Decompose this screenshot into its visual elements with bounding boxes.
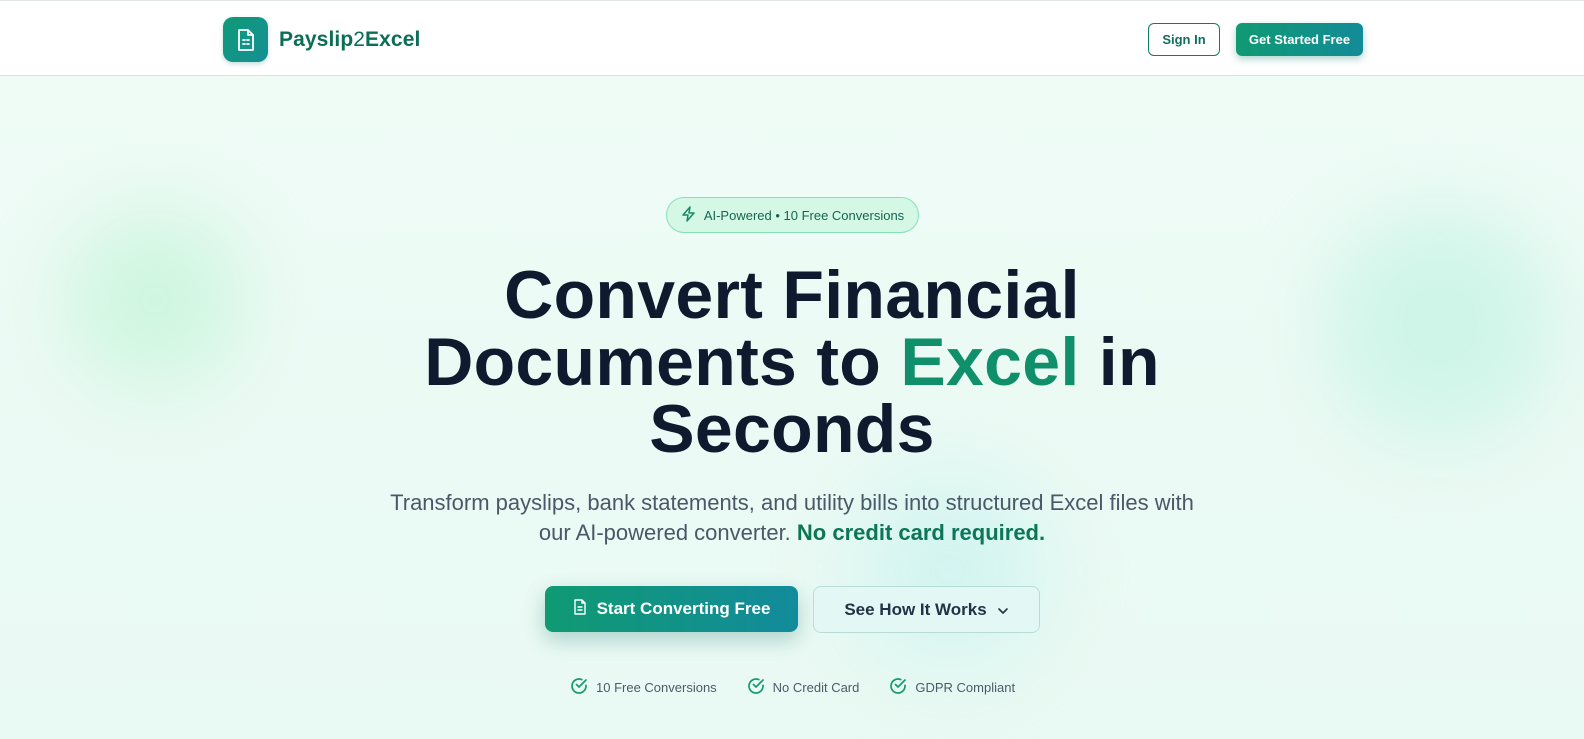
feature-badge: AI-Powered • 10 Free Conversions xyxy=(666,197,919,233)
see-how-it-works-button[interactable]: See How It Works xyxy=(813,586,1040,633)
sign-in-button[interactable]: Sign In xyxy=(1148,23,1220,56)
hero-title-line-3: Seconds xyxy=(649,391,935,467)
feature-list: 10 Free Conversions No Credit Card GDPR … xyxy=(570,676,1015,698)
check-circle-icon xyxy=(570,677,588,698)
brand-name: Payslip2Excel xyxy=(279,28,420,52)
hero-title-line-1: Convert Financial xyxy=(504,257,1080,333)
lightning-icon xyxy=(681,205,696,225)
brand-name-prefix: Payslip xyxy=(279,27,354,51)
feature-label: 10 Free Conversions xyxy=(596,679,717,695)
start-converting-label: Start Converting Free xyxy=(596,599,771,618)
check-circle-icon xyxy=(889,677,907,698)
hero-title-line-2-start: Documents to xyxy=(424,324,882,400)
feature-item: No Credit Card xyxy=(747,677,860,698)
feature-label: No Credit Card xyxy=(772,679,860,695)
feature-label: GDPR Compliant xyxy=(915,679,1016,695)
brand-logo[interactable]: Payslip2Excel xyxy=(223,17,420,62)
see-how-it-works-label: See How It Works xyxy=(844,599,987,619)
feature-item: 10 Free Conversions xyxy=(570,677,717,698)
file-icon xyxy=(573,598,587,620)
chevron-down-icon xyxy=(997,600,1009,620)
brand-name-number: 2 xyxy=(353,27,366,51)
hero-title: Convert Financial Documents to Excel in … xyxy=(292,261,1292,463)
check-circle-icon xyxy=(747,677,765,698)
background-glow-left xyxy=(35,180,275,420)
document-icon xyxy=(223,17,268,62)
start-converting-button[interactable]: Start Converting Free xyxy=(545,586,798,632)
hero-subtitle: Transform payslips, bank statements, and… xyxy=(292,488,1292,548)
hero-subtitle-line-2: our AI-powered converter. xyxy=(538,520,791,545)
get-started-free-button[interactable]: Get Started Free xyxy=(1236,23,1363,56)
brand-name-suffix: Excel xyxy=(365,27,421,51)
hero-subtitle-highlight: No credit card required. xyxy=(796,520,1046,545)
hero-title-accent: Excel xyxy=(900,324,1080,400)
feature-item: GDPR Compliant xyxy=(889,677,1015,698)
hero-subtitle-line-1: Transform payslips, bank statements, and… xyxy=(390,490,1194,515)
badge-text: AI-Powered • 10 Free Conversions xyxy=(703,207,905,223)
hero-title-line-2-end: in xyxy=(1098,324,1160,400)
background-glow-right xyxy=(1290,180,1584,470)
background-glow-center xyxy=(820,440,1080,700)
site-header: Payslip2Excel Sign In Get Started Free xyxy=(0,0,1584,76)
landing-page: Payslip2Excel Sign In Get Started Free A… xyxy=(0,0,1584,739)
